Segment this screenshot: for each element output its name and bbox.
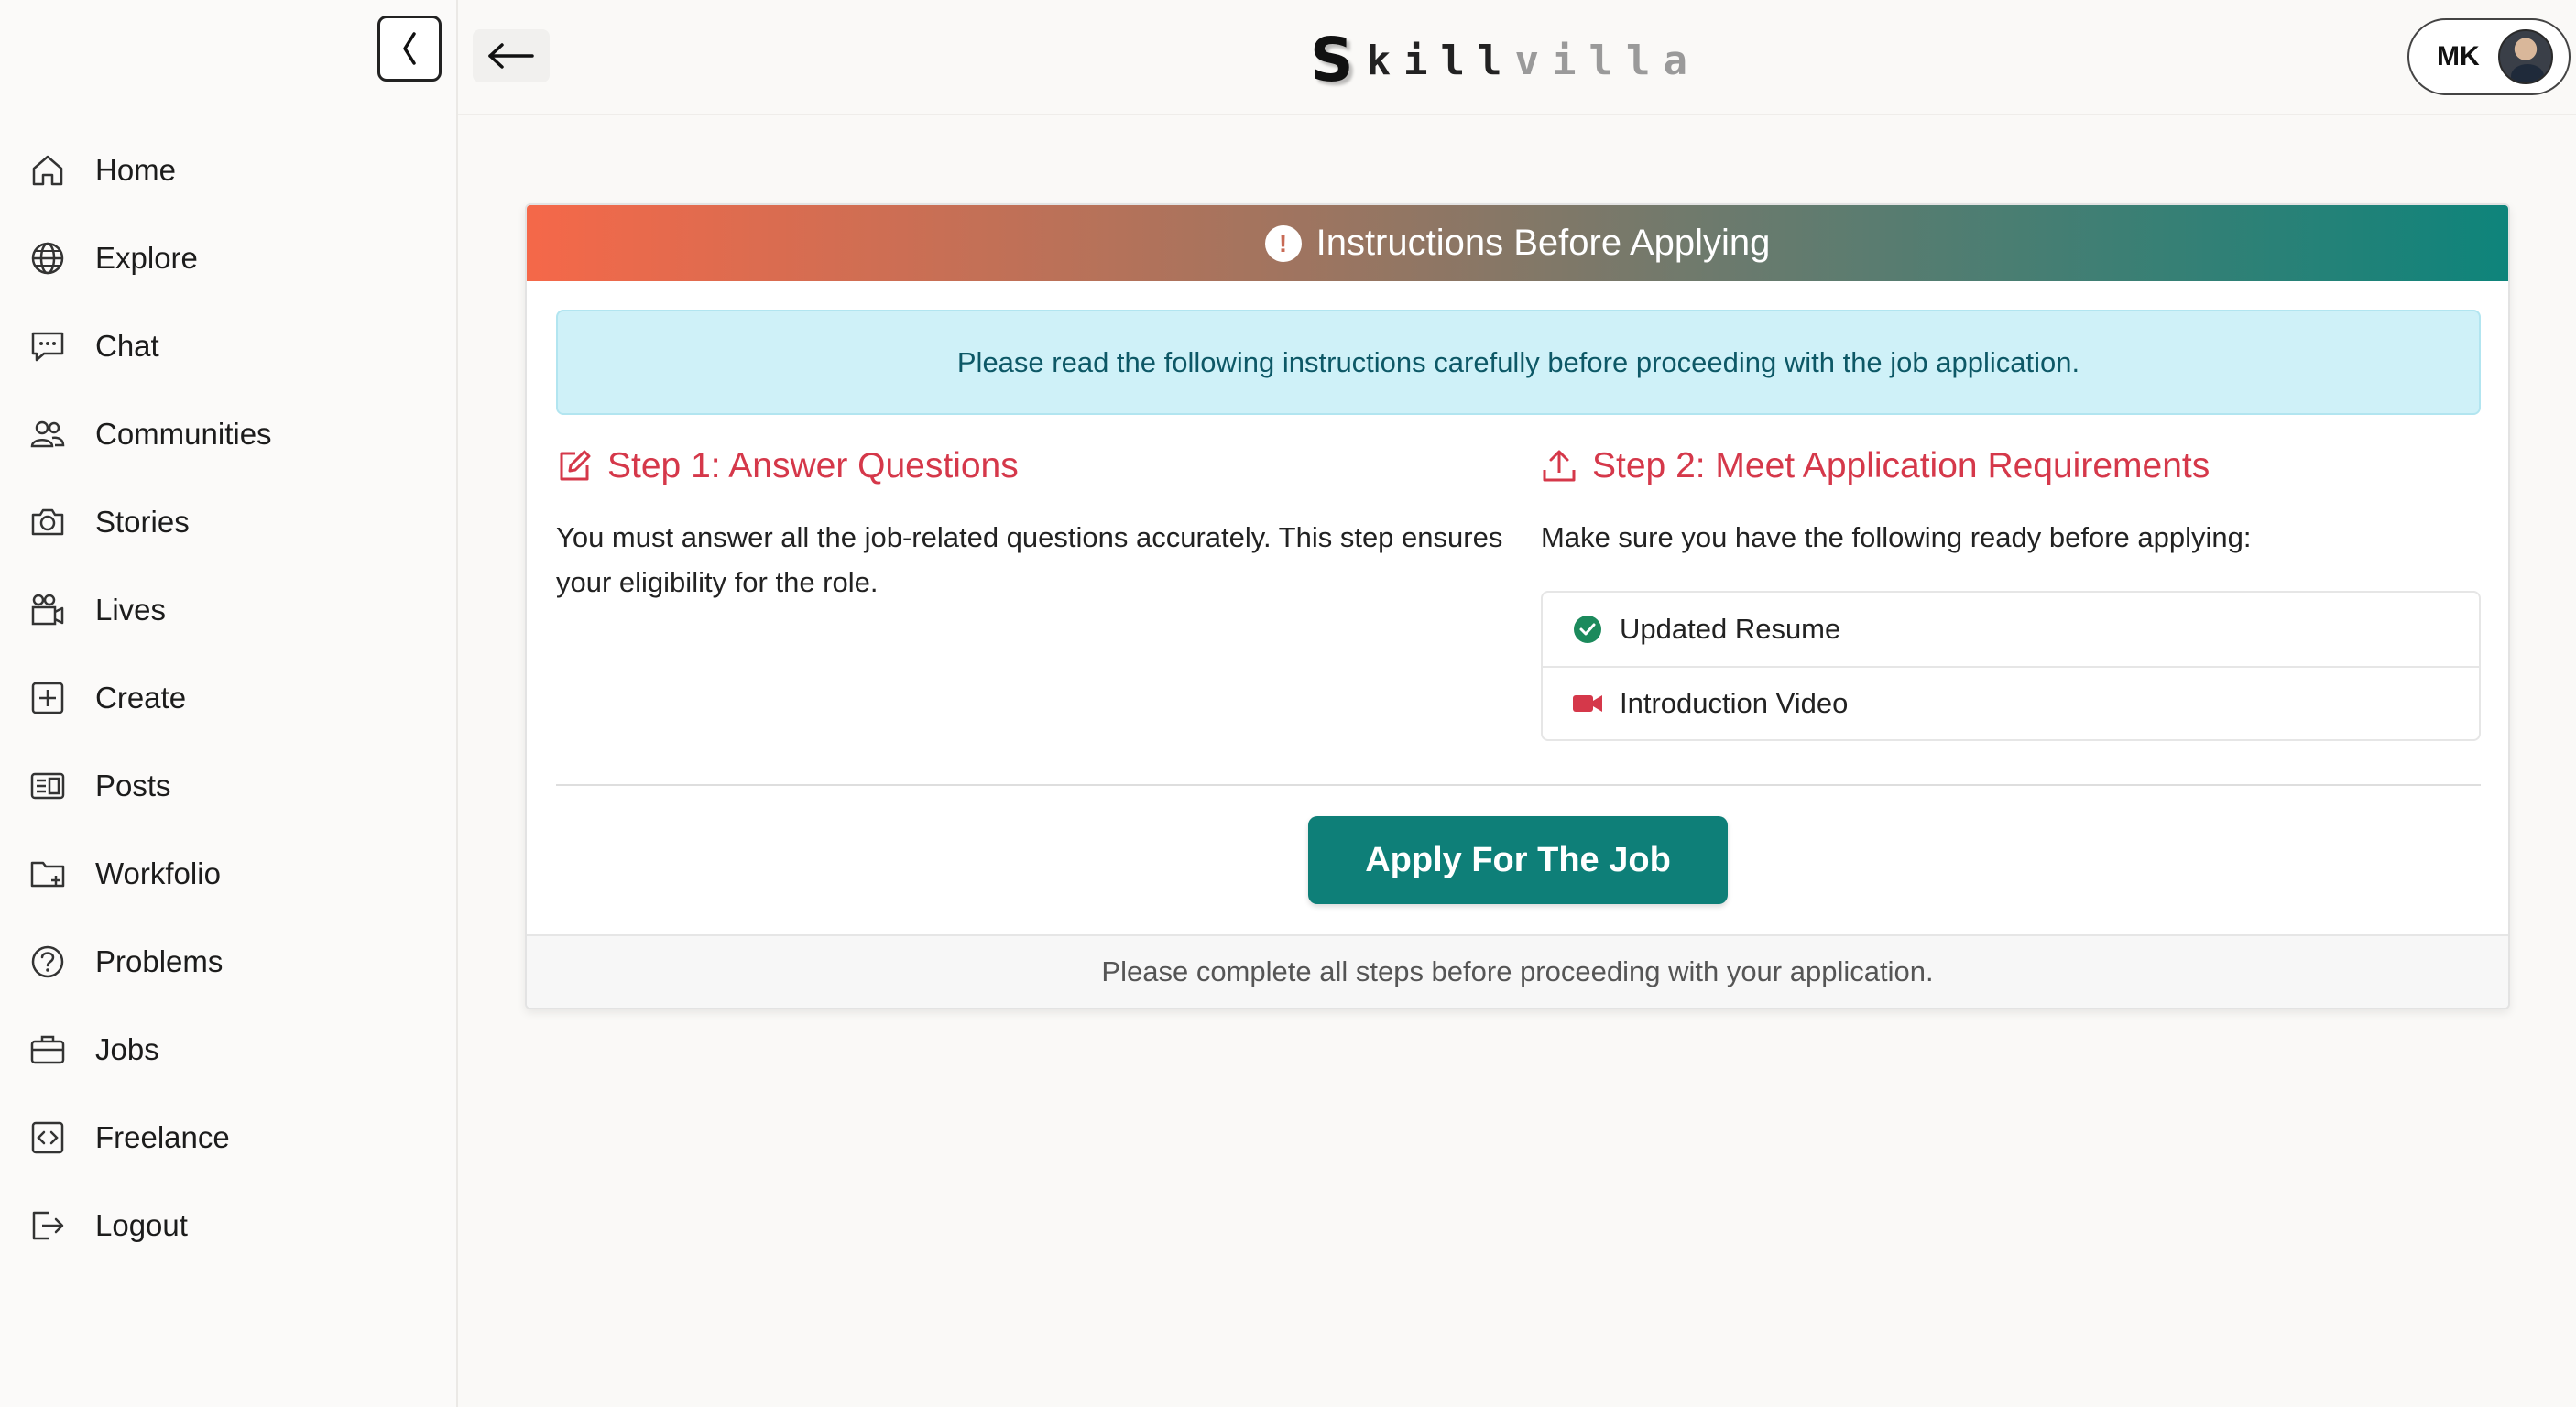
video-camera-icon: [1572, 688, 1603, 719]
step-1-section: Step 1: Answer Questions You must answer…: [556, 443, 1509, 633]
profile-initials: MK: [2437, 41, 2480, 71]
card-title: Instructions Before Applying: [1315, 223, 1771, 263]
requirement-label: Updated Resume: [1620, 613, 1841, 645]
newspaper-icon: [27, 766, 68, 806]
sidebar-item-posts[interactable]: Posts: [0, 742, 458, 830]
sidebar-item-label: Logout: [95, 1208, 188, 1242]
apply-for-job-button[interactable]: Apply For The Job: [1308, 816, 1728, 904]
briefcase-icon: [27, 1030, 68, 1070]
sidebar-item-jobs[interactable]: Jobs: [0, 1006, 458, 1094]
people-icon: [27, 414, 68, 454]
requirement-label: Introduction Video: [1620, 687, 1849, 719]
sidebar-item-problems[interactable]: Problems: [0, 918, 458, 1006]
code-square-icon: [27, 1118, 68, 1158]
sidebar-item-label: Stories: [95, 505, 190, 539]
logo-light-text: villa: [1514, 37, 1700, 84]
step-1-text: You must answer all the job-related ques…: [556, 521, 1503, 598]
sidebar-item-label: Home: [95, 153, 177, 187]
video-people-icon: [27, 590, 68, 630]
sidebar-item-chat[interactable]: Chat: [0, 302, 458, 390]
card-header: ! Instructions Before Applying: [527, 205, 2508, 281]
plus-square-icon: [27, 678, 68, 718]
chevron-left-icon: [403, 32, 416, 65]
skillvilla-logo[interactable]: S kill villa: [1310, 27, 1700, 93]
profile-menu-button[interactable]: MK: [2407, 18, 2571, 95]
arrow-left-icon: [488, 43, 534, 69]
folder-plus-icon: [27, 854, 68, 894]
list-item: Introduction Video: [1543, 666, 2479, 739]
back-button[interactable]: [473, 29, 550, 82]
pencil-square-icon: [556, 448, 593, 485]
sidebar-item-label: Problems: [95, 944, 224, 978]
sidebar-item-label: Chat: [95, 329, 159, 363]
collapse-sidebar-button[interactable]: [377, 16, 442, 82]
step-1-title: Step 1: Answer Questions: [607, 446, 1019, 485]
card-footer: Please complete all steps before proceed…: [527, 934, 2508, 1008]
list-item: Updated Resume: [1543, 593, 2479, 666]
step-2-heading: Step 2: Meet Application Requirements: [1541, 443, 2481, 489]
sidebar-item-workfolio[interactable]: Workfolio: [0, 830, 458, 918]
home-icon: [27, 150, 68, 191]
logout-icon: [27, 1205, 68, 1246]
camera-icon: [27, 502, 68, 542]
logo-dark-text: kill: [1366, 37, 1515, 84]
sidebar-item-label: Create: [95, 681, 187, 714]
sidebar-item-explore[interactable]: Explore: [0, 214, 458, 302]
sidebar-item-freelance[interactable]: Freelance: [0, 1094, 458, 1182]
sidebar-item-label: Jobs: [95, 1032, 159, 1066]
avatar: [2497, 29, 2553, 84]
sidebar-item-label: Workfolio: [95, 856, 221, 890]
step-2-title: Step 2: Meet Application Requirements: [1592, 446, 2210, 485]
step-2-section: Step 2: Meet Application Requirements Ma…: [1541, 443, 2481, 588]
chat-icon: [27, 326, 68, 366]
sidebar-item-logout[interactable]: Logout: [0, 1182, 458, 1270]
question-circle-icon: [27, 942, 68, 982]
upload-icon: [1541, 448, 1577, 485]
info-alert: Please read the following instructions c…: [556, 310, 2481, 415]
instructions-card: ! Instructions Before Applying Please re…: [525, 203, 2510, 1009]
top-bar: S kill villa MK: [458, 0, 2576, 115]
sidebar-item-label: Freelance: [95, 1120, 230, 1154]
divider: [556, 784, 2481, 786]
step-1-heading: Step 1: Answer Questions: [556, 443, 1509, 489]
sidebar-item-home[interactable]: Home: [0, 126, 458, 214]
sidebar-item-lives[interactable]: Lives: [0, 566, 458, 654]
globe-icon: [27, 238, 68, 278]
sidebar: Home Explore Chat Communities Stories Li…: [0, 0, 458, 1407]
sidebar-item-label: Communities: [95, 417, 272, 451]
sidebar-nav: Home Explore Chat Communities Stories Li…: [0, 126, 458, 1270]
logo-initial: S: [1310, 25, 1354, 95]
sidebar-item-communities[interactable]: Communities: [0, 390, 458, 478]
sidebar-item-create[interactable]: Create: [0, 654, 458, 742]
step-2-text: Make sure you have the following ready b…: [1541, 521, 2252, 553]
requirements-list: Updated Resume Introduction Video: [1541, 591, 2481, 741]
exclamation-circle-icon: !: [1264, 224, 1302, 262]
sidebar-item-stories[interactable]: Stories: [0, 478, 458, 566]
sidebar-item-label: Lives: [95, 593, 167, 627]
sidebar-item-label: Explore: [95, 241, 198, 275]
check-circle-icon: [1572, 614, 1603, 645]
sidebar-item-label: Posts: [95, 769, 171, 802]
